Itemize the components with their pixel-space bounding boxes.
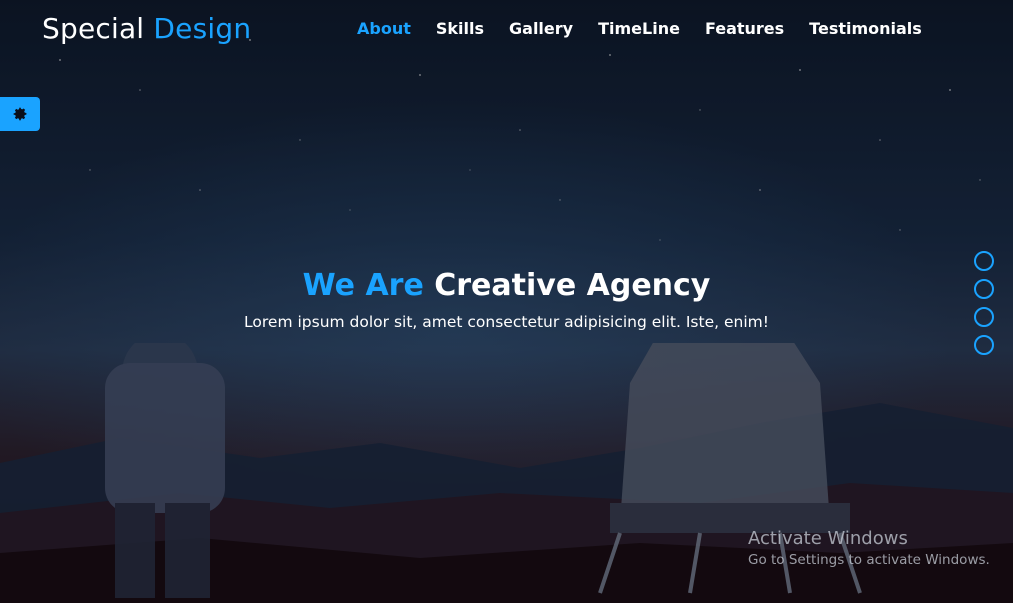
nav-link-about[interactable]: About — [357, 19, 411, 38]
nav-link-timeline[interactable]: TimeLine — [598, 19, 680, 38]
bullet-4[interactable] — [974, 335, 994, 355]
logo-text-primary: Special — [42, 12, 145, 45]
section-bullets — [974, 251, 994, 355]
gear-icon — [13, 107, 27, 121]
main-nav: About Skills Gallery TimeLine Features T… — [357, 19, 947, 38]
hero-title-accent: We Are — [302, 268, 424, 303]
nav-link-testimonials[interactable]: Testimonials — [809, 19, 922, 38]
bullet-3[interactable] — [974, 307, 994, 327]
hero-title-rest: Creative Agency — [434, 268, 711, 303]
watermark-title: Activate Windows — [748, 528, 908, 549]
nav-link-gallery[interactable]: Gallery — [509, 19, 573, 38]
bullet-1[interactable] — [974, 251, 994, 271]
logo-text-accent: Design — [153, 12, 252, 45]
hero-subtitle: Lorem ipsum dolor sit, amet consectetur … — [244, 313, 769, 331]
nav-link-features[interactable]: Features — [705, 19, 784, 38]
bullet-2[interactable] — [974, 279, 994, 299]
hero-title: We Are Creative Agency — [0, 268, 1013, 303]
site-logo[interactable]: Special Design — [42, 12, 251, 45]
nav-link-skills[interactable]: Skills — [436, 19, 484, 38]
settings-toggle-button[interactable] — [0, 97, 40, 131]
activate-windows-watermark: Activate Windows Go to Settings to activ… — [748, 528, 990, 568]
watermark-subtitle: Go to Settings to activate Windows. — [748, 552, 990, 568]
